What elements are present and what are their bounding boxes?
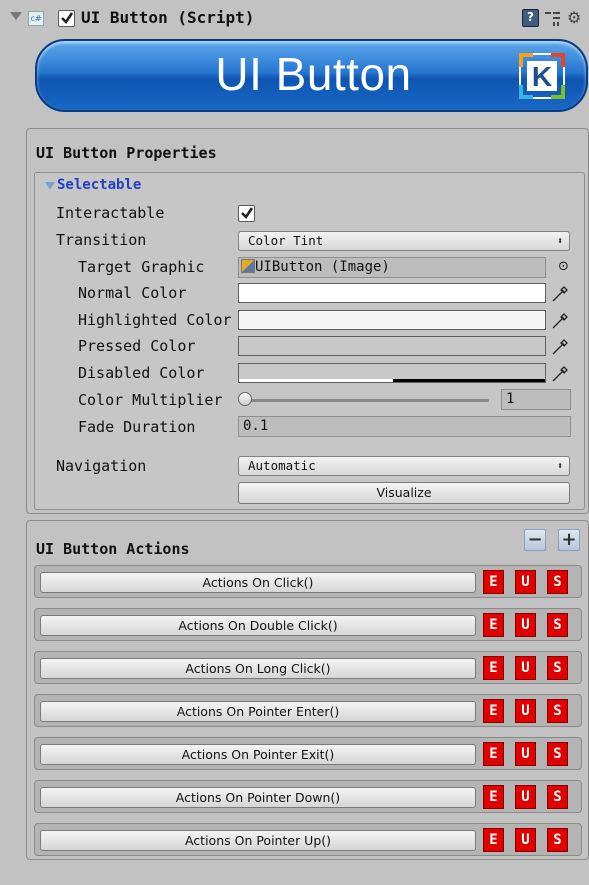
selectable-box: Selectable Interactable Transition Color…: [34, 172, 585, 510]
image-icon: [241, 259, 255, 273]
transition-value: Color Tint: [248, 233, 324, 248]
eyedropper-icon[interactable]: [551, 283, 571, 303]
unity-event-button[interactable]: U: [515, 699, 536, 723]
actions-title: UI Button Actions: [36, 540, 190, 558]
navigation-dropdown[interactable]: Automatic ⬍: [238, 456, 570, 476]
alpha-bar-white: [239, 379, 393, 382]
unity-event-button[interactable]: U: [515, 742, 536, 766]
transition-label: Transition: [56, 231, 147, 249]
visualize-button[interactable]: Visualize: [238, 482, 570, 504]
target-graphic-field[interactable]: UIButton (Image): [238, 257, 546, 278]
disabled-color-label: Disabled Color: [78, 364, 205, 382]
action-event-button[interactable]: Actions On Pointer Down(): [40, 787, 476, 808]
enable-button[interactable]: E: [483, 570, 504, 594]
normal-color-swatch[interactable]: [238, 283, 546, 303]
unity-event-button[interactable]: U: [515, 570, 536, 594]
sound-button[interactable]: S: [547, 613, 568, 637]
disabled-color-swatch[interactable]: [238, 363, 546, 383]
highlighted-color-label: Highlighted Color: [78, 311, 232, 329]
transition-dropdown[interactable]: Color Tint ⬍: [238, 231, 570, 251]
gear-icon[interactable]: ⚙: [567, 8, 581, 27]
action-event-button[interactable]: Actions On Pointer Enter(): [40, 701, 476, 722]
component-header: c# UI Button (Script) ⚙: [0, 0, 589, 38]
action-event-button[interactable]: Actions On Pointer Exit(): [40, 744, 476, 765]
pressed-color-swatch[interactable]: [238, 336, 546, 356]
properties-title: UI Button Properties: [36, 144, 217, 162]
selectable-foldout[interactable]: Selectable: [57, 177, 141, 193]
banner-title: UI Button: [215, 48, 412, 100]
action-event-button[interactable]: Actions On Double Click(): [40, 615, 476, 636]
highlighted-color-swatch[interactable]: [238, 310, 546, 330]
dropdown-arrow-icon: ⬍: [556, 236, 563, 247]
action-row: Actions On Pointer Up() E U S: [34, 823, 582, 856]
target-graphic-label: Target Graphic: [78, 258, 205, 276]
enable-button[interactable]: E: [483, 699, 504, 723]
alpha-bar-black: [393, 379, 545, 382]
action-row: Actions On Pointer Exit() E U S: [34, 737, 582, 770]
sound-button[interactable]: S: [547, 699, 568, 723]
enable-button[interactable]: E: [483, 613, 504, 637]
color-multiplier-label: Color Multiplier: [78, 391, 223, 409]
csharp-script-icon: c#: [28, 11, 44, 26]
action-row: Actions On Pointer Enter() E U S: [34, 694, 582, 727]
interactable-label: Interactable: [56, 204, 165, 222]
component-enabled-checkbox[interactable]: [58, 10, 75, 27]
action-row: Actions On Long Click() E U S: [34, 651, 582, 684]
target-graphic-value: UIButton (Image): [255, 259, 390, 275]
enable-button[interactable]: E: [483, 742, 504, 766]
action-row: Actions On Double Click() E U S: [34, 608, 582, 641]
normal-color-label: Normal Color: [78, 284, 187, 302]
enable-button[interactable]: E: [483, 656, 504, 680]
properties-panel: UI Button Properties Selectable Interact…: [26, 128, 589, 514]
action-event-button[interactable]: Actions On Click(): [40, 572, 476, 593]
component-title: UI Button (Script): [81, 8, 255, 27]
interactable-checkbox[interactable]: [238, 205, 255, 222]
navigation-value: Automatic: [248, 458, 316, 473]
color-multiplier-input[interactable]: 1: [501, 389, 571, 410]
unity-event-button[interactable]: U: [515, 656, 536, 680]
unity-event-button[interactable]: U: [515, 785, 536, 809]
unity-event-button[interactable]: U: [515, 828, 536, 852]
color-multiplier-slider-track[interactable]: [242, 399, 489, 402]
foldout-arrow-icon[interactable]: [45, 182, 55, 190]
sound-button[interactable]: S: [547, 570, 568, 594]
component-banner: UI Button K: [35, 39, 588, 112]
action-row: Actions On Click() E U S: [34, 565, 582, 598]
navigation-label: Navigation: [56, 457, 147, 475]
fold-arrow-icon[interactable]: [10, 12, 22, 20]
sound-button[interactable]: S: [547, 656, 568, 680]
k-logo-icon: K: [519, 53, 565, 99]
help-book-icon[interactable]: [522, 9, 539, 27]
eyedropper-icon[interactable]: [551, 363, 571, 383]
action-row: Actions On Pointer Down() E U S: [34, 780, 582, 813]
minus-button[interactable]: −: [524, 529, 546, 551]
dropdown-arrow-icon: ⬍: [556, 461, 563, 472]
eyedropper-icon[interactable]: [551, 310, 571, 330]
sound-button[interactable]: S: [547, 785, 568, 809]
pressed-color-label: Pressed Color: [78, 337, 196, 355]
object-picker-icon[interactable]: ⊙: [558, 259, 569, 274]
enable-button[interactable]: E: [483, 828, 504, 852]
fade-duration-label: Fade Duration: [78, 418, 196, 436]
layout-icon[interactable]: [545, 11, 560, 26]
unity-event-button[interactable]: U: [515, 613, 536, 637]
action-event-button[interactable]: Actions On Long Click(): [40, 658, 476, 679]
sound-button[interactable]: S: [547, 828, 568, 852]
eyedropper-icon[interactable]: [551, 336, 571, 356]
enable-button[interactable]: E: [483, 785, 504, 809]
color-multiplier-slider-thumb[interactable]: [238, 392, 252, 406]
action-event-button[interactable]: Actions On Pointer Up(): [40, 830, 476, 851]
plus-button[interactable]: +: [558, 529, 580, 551]
fade-duration-input[interactable]: 0.1: [238, 416, 571, 437]
sound-button[interactable]: S: [547, 742, 568, 766]
svg-text:K: K: [532, 61, 552, 92]
